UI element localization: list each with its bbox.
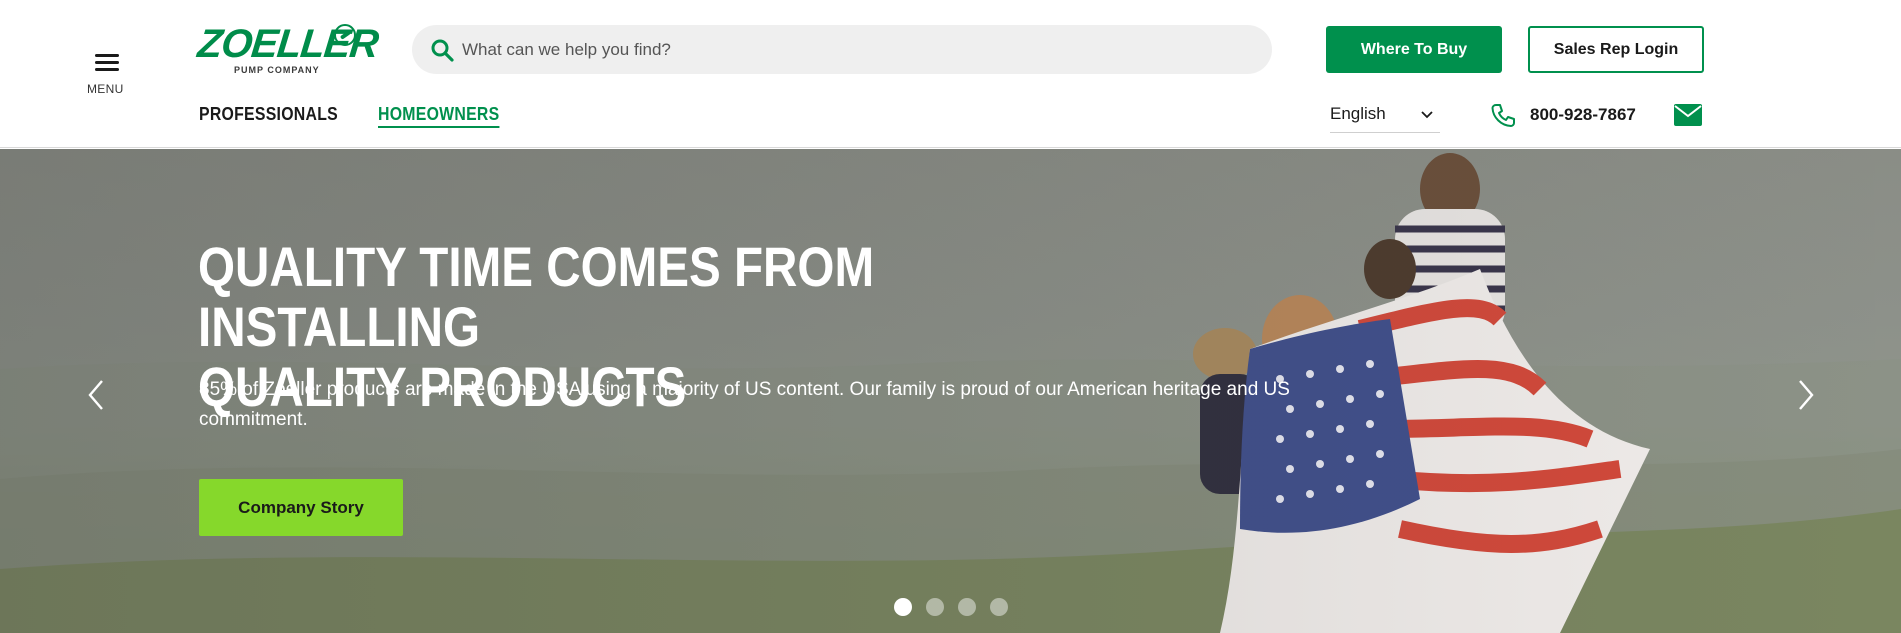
hero-title-line-1: QUALITY TIME COMES FROM INSTALLING: [198, 235, 875, 358]
menu-label: MENU: [87, 82, 124, 96]
chevron-down-icon: [1421, 111, 1433, 119]
carousel-dot-4[interactable]: [990, 598, 1008, 616]
nav-tab-homeowners[interactable]: HOMEOWNERS: [378, 104, 500, 128]
menu-icon: [95, 54, 119, 75]
language-select[interactable]: English: [1330, 101, 1440, 133]
arrow-right-icon[interactable]: [1790, 373, 1820, 417]
carousel-dot-1[interactable]: [894, 598, 912, 616]
phone-link[interactable]: 800-928-7867: [1490, 100, 1636, 130]
carousel-dots: [894, 598, 1008, 616]
hero-subtitle: 85% of Zoeller products are made in the …: [199, 379, 1290, 430]
logo-badge-icon: [334, 24, 356, 46]
hero-carousel: QUALITY TIME COMES FROM INSTALLING QUALI…: [0, 149, 1901, 633]
logo-subtitle: PUMP COMPANY: [234, 65, 320, 75]
mail-icon[interactable]: [1674, 104, 1702, 126]
arrow-left-icon[interactable]: [82, 373, 112, 417]
carousel-dot-2[interactable]: [926, 598, 944, 616]
language-value: English: [1330, 104, 1386, 123]
nav-tab-professionals[interactable]: PROFESSIONALS: [199, 104, 338, 125]
search-bar[interactable]: [412, 25, 1272, 74]
phone-icon: [1491, 104, 1515, 127]
phone-number: 800-928-7867: [1530, 105, 1636, 124]
search-icon[interactable]: [430, 38, 454, 62]
search-input[interactable]: [462, 25, 1242, 74]
sales-rep-login-button[interactable]: Sales Rep Login: [1528, 26, 1704, 73]
zoeller-logo[interactable]: ZOELLER PUMP COMPANY: [196, 22, 380, 78]
company-story-button[interactable]: Company Story: [199, 479, 403, 536]
menu-button[interactable]: MENU: [86, 50, 126, 98]
site-header: MENU ZOELLER PUMP COMPANY Where To Buy S…: [0, 0, 1901, 148]
where-to-buy-button[interactable]: Where To Buy: [1326, 26, 1502, 73]
carousel-dot-3[interactable]: [958, 598, 976, 616]
